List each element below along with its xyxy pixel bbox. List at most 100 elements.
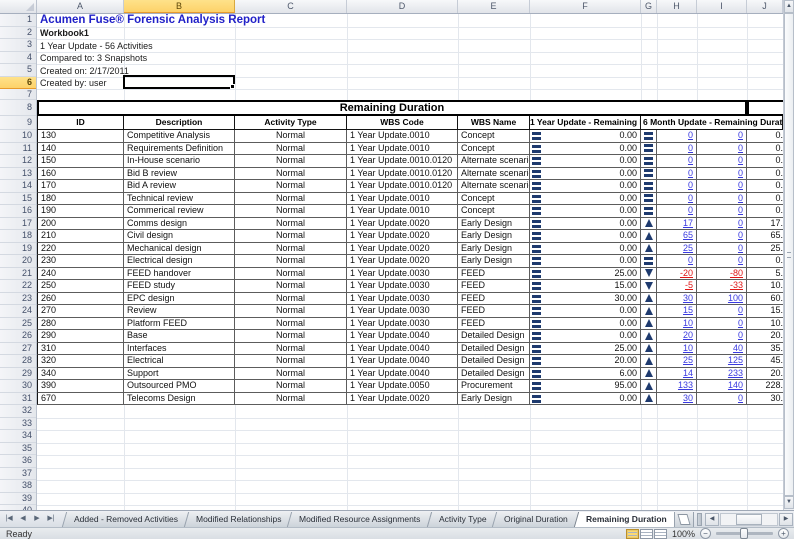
row-header-19[interactable]: 19 bbox=[0, 243, 36, 256]
cell-wbs-name[interactable]: Early Design bbox=[458, 255, 530, 268]
cell-wbs-name[interactable]: Procurement bbox=[458, 380, 530, 393]
cell-6-month-percent[interactable]: 0 bbox=[697, 193, 747, 206]
cell-id[interactable]: 270 bbox=[37, 305, 124, 318]
row-header-33[interactable]: 33 bbox=[0, 418, 36, 431]
cell-id[interactable]: 290 bbox=[37, 330, 124, 343]
cell-description[interactable]: Outsourced PMO bbox=[124, 380, 235, 393]
cell-6-month-remaining[interactable]: 0.00 bbox=[747, 180, 783, 193]
cell-description[interactable]: Comms design bbox=[124, 218, 235, 231]
cell-6-month-delta[interactable]: -20 bbox=[657, 268, 697, 281]
cell-6-month-delta[interactable]: 133 bbox=[657, 380, 697, 393]
cell-6-month-percent[interactable]: 0 bbox=[697, 230, 747, 243]
cell-6-month-percent[interactable]: -33 bbox=[697, 280, 747, 293]
cell-6-month-delta[interactable]: 0 bbox=[657, 143, 697, 156]
cell-description[interactable]: FEED handover bbox=[124, 268, 235, 281]
cell-6-month-trend[interactable] bbox=[641, 305, 657, 318]
row-header-26[interactable]: 26 bbox=[0, 330, 36, 343]
cell-description[interactable]: Support bbox=[124, 368, 235, 381]
cell-description[interactable]: Interfaces bbox=[124, 343, 235, 356]
cell-wbs-name[interactable]: Detailed Design bbox=[458, 368, 530, 381]
column-header-D[interactable]: D bbox=[347, 0, 458, 13]
cell-activity-type[interactable]: Normal bbox=[235, 168, 347, 181]
row-header-39[interactable]: 39 bbox=[0, 493, 36, 506]
cell-6-month-delta[interactable]: 30 bbox=[657, 293, 697, 306]
cell-1-year-remaining[interactable]: 25.00 bbox=[530, 268, 641, 281]
cell-6-month-percent[interactable]: 0 bbox=[697, 318, 747, 331]
scroll-up-button[interactable]: ▲ bbox=[784, 0, 794, 13]
cell-wbs-code[interactable]: 1 Year Update.0020 bbox=[347, 393, 458, 406]
row-header-29[interactable]: 29 bbox=[0, 368, 36, 381]
cell-wbs-code[interactable]: 1 Year Update.0040 bbox=[347, 355, 458, 368]
cell-id[interactable]: 250 bbox=[37, 280, 124, 293]
cell-activity-type[interactable]: Normal bbox=[235, 230, 347, 243]
cell-6-month-remaining[interactable]: 0.00 bbox=[747, 155, 783, 168]
cell-id[interactable]: 200 bbox=[37, 218, 124, 231]
cell-wbs-name[interactable]: Early Design bbox=[458, 393, 530, 406]
cell-1-year-remaining[interactable]: 0.00 bbox=[530, 155, 641, 168]
horizontal-scrollbar-track[interactable] bbox=[720, 513, 778, 526]
column-header-A[interactable]: A bbox=[37, 0, 124, 13]
cell-6-month-remaining[interactable]: 30.00 bbox=[747, 393, 783, 406]
next-sheet-button[interactable]: ▶ bbox=[31, 513, 43, 525]
row-header-12[interactable]: 12 bbox=[0, 155, 36, 168]
header-1-year-update[interactable]: 1 Year Update - Remaining Duration bbox=[530, 116, 641, 130]
cell-wbs-code[interactable]: 1 Year Update.0010.0120 bbox=[347, 155, 458, 168]
cell-6-month-percent[interactable]: 100 bbox=[697, 293, 747, 306]
cell-id[interactable]: 310 bbox=[37, 343, 124, 356]
cell-6-month-percent[interactable]: -80 bbox=[697, 268, 747, 281]
cell-6-month-delta[interactable]: 0 bbox=[657, 168, 697, 181]
cell-wbs-name[interactable]: Early Design bbox=[458, 218, 530, 231]
column-header-B[interactable]: B bbox=[124, 0, 235, 13]
column-header-C[interactable]: C bbox=[235, 0, 347, 13]
cell-activity-type[interactable]: Normal bbox=[235, 143, 347, 156]
row-header-35[interactable]: 35 bbox=[0, 443, 36, 456]
cell-1-year-remaining[interactable]: 25.00 bbox=[530, 343, 641, 356]
cell-6-month-percent[interactable]: 0 bbox=[697, 130, 747, 143]
row-header-16[interactable]: 16 bbox=[0, 205, 36, 218]
cell-wbs-code[interactable]: 1 Year Update.0040 bbox=[347, 343, 458, 356]
header-wbs-name[interactable]: WBS Name bbox=[458, 116, 530, 130]
cell-6-month-percent[interactable]: 0 bbox=[697, 180, 747, 193]
cell-description[interactable]: EPC design bbox=[124, 293, 235, 306]
cell-6-month-percent[interactable]: 0 bbox=[697, 255, 747, 268]
cell-6-month-trend[interactable] bbox=[641, 193, 657, 206]
cell-1-year-remaining[interactable]: 15.00 bbox=[530, 280, 641, 293]
cell-id[interactable]: 320 bbox=[37, 355, 124, 368]
cell-id[interactable]: 180 bbox=[37, 193, 124, 206]
cell-activity-type[interactable]: Normal bbox=[235, 243, 347, 256]
row-header-21[interactable]: 21 bbox=[0, 268, 36, 281]
cell-wbs-name[interactable]: Alternate scenario bbox=[458, 155, 530, 168]
cell-6-month-remaining[interactable]: 0.00 bbox=[747, 130, 783, 143]
cell-1-year-remaining[interactable]: 0.00 bbox=[530, 255, 641, 268]
cell-wbs-name[interactable]: Alternate scenario bbox=[458, 180, 530, 193]
cell-id[interactable]: 150 bbox=[37, 155, 124, 168]
cell-6-month-delta[interactable]: 0 bbox=[657, 180, 697, 193]
cell-1-year-remaining[interactable]: 0.00 bbox=[530, 330, 641, 343]
sheet-tab-modified-resource-assignments[interactable]: Modified Resource Assignments bbox=[287, 512, 433, 527]
row-header-31[interactable]: 31 bbox=[0, 393, 36, 406]
cell-activity-type[interactable]: Normal bbox=[235, 130, 347, 143]
cell-description[interactable]: Civil design bbox=[124, 230, 235, 243]
cell-wbs-name[interactable]: Detailed Design bbox=[458, 343, 530, 356]
sheet-tab-remaining-duration[interactable]: Remaining Duration bbox=[574, 512, 674, 527]
cell-6-month-remaining[interactable]: 228.00 bbox=[747, 380, 783, 393]
cell-id[interactable]: 340 bbox=[37, 368, 124, 381]
cell-6-month-delta[interactable]: 17 bbox=[657, 218, 697, 231]
cell-6-month-trend[interactable] bbox=[641, 380, 657, 393]
cell-6-month-percent[interactable]: 0 bbox=[697, 330, 747, 343]
cell-6-month-percent[interactable]: 0 bbox=[697, 155, 747, 168]
cell-description[interactable]: Commerical review bbox=[124, 205, 235, 218]
row-header-18[interactable]: 18 bbox=[0, 230, 36, 243]
cell-6-month-delta[interactable]: 0 bbox=[657, 155, 697, 168]
cell-wbs-name[interactable]: FEED bbox=[458, 305, 530, 318]
cell-wbs-code[interactable]: 1 Year Update.0030 bbox=[347, 305, 458, 318]
cell-id[interactable]: 170 bbox=[37, 180, 124, 193]
cell-wbs-code[interactable]: 1 Year Update.0010.0120 bbox=[347, 168, 458, 181]
row-header-27[interactable]: 27 bbox=[0, 343, 36, 356]
page-layout-view-icon[interactable] bbox=[640, 529, 653, 539]
cell-1-year-remaining[interactable]: 0.00 bbox=[530, 130, 641, 143]
cell-activity-type[interactable]: Normal bbox=[235, 330, 347, 343]
row-header-24[interactable]: 24 bbox=[0, 305, 36, 318]
cell-description[interactable]: Bid B review bbox=[124, 168, 235, 181]
cell-6-month-percent[interactable]: 0 bbox=[697, 305, 747, 318]
